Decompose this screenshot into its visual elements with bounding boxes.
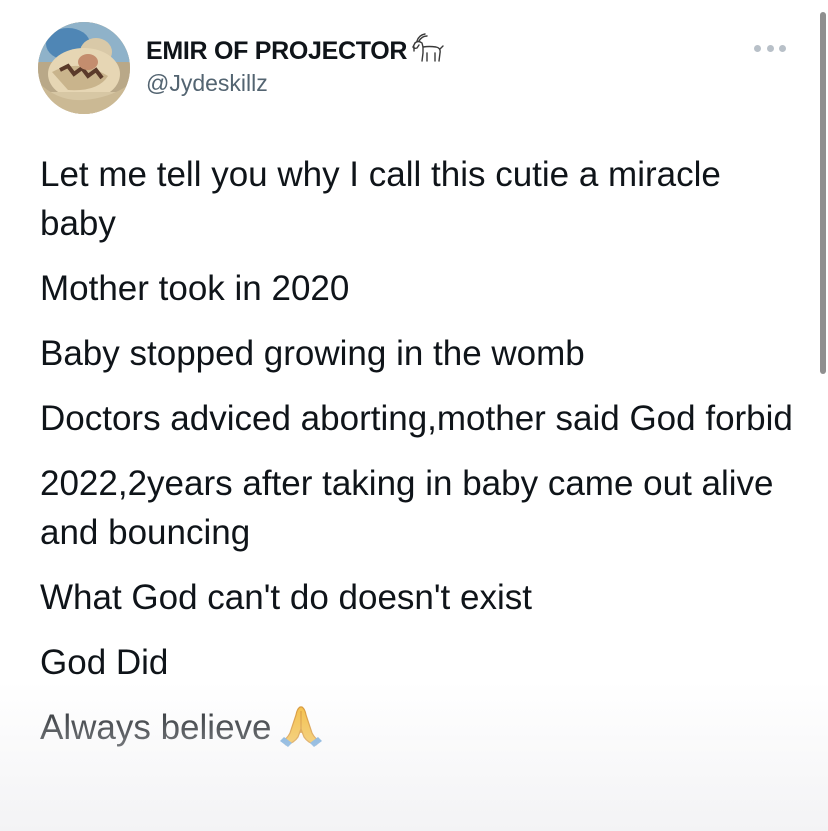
tweet-header: EMIR OF PROJECTOR @Jydeskillz xyxy=(38,20,788,114)
tweet-paragraph: What God can't do doesn't exist xyxy=(40,578,532,617)
tweet-card: EMIR OF PROJECTOR @Jydeskillz Let me tel… xyxy=(0,0,828,831)
tweet-paragraph: God Did xyxy=(40,643,169,682)
more-dot xyxy=(766,44,774,52)
more-dot xyxy=(779,44,786,52)
handle[interactable]: @Jydeskillz xyxy=(146,70,445,97)
goat-icon xyxy=(409,31,445,65)
tweet-paragraph: Mother took in 2020 xyxy=(40,269,350,308)
display-name[interactable]: EMIR OF PROJECTOR xyxy=(146,37,407,66)
author-names: EMIR OF PROJECTOR @Jydeskillz xyxy=(146,31,445,97)
tweet-paragraph-text: Always believe xyxy=(40,708,272,747)
scrollbar[interactable] xyxy=(820,12,826,374)
tweet-paragraph-last: Always believe xyxy=(40,703,800,752)
display-name-row: EMIR OF PROJECTOR xyxy=(146,31,445,68)
tweet-text: Let me tell you why I call this cutie a … xyxy=(40,150,800,768)
avatar[interactable] xyxy=(38,22,130,114)
tweet-paragraph: Doctors adviced aborting,mother said God… xyxy=(40,399,793,438)
tweet-paragraph: Baby stopped growing in the womb xyxy=(40,334,585,373)
folded-hands-icon xyxy=(278,703,324,747)
tweet-paragraph: 2022,2years after taking in baby came ou… xyxy=(40,464,774,552)
more-options-icon[interactable] xyxy=(754,38,786,58)
tweet-paragraph: Let me tell you why I call this cutie a … xyxy=(40,155,721,243)
avatar-image xyxy=(38,22,130,114)
more-dot xyxy=(754,44,761,52)
